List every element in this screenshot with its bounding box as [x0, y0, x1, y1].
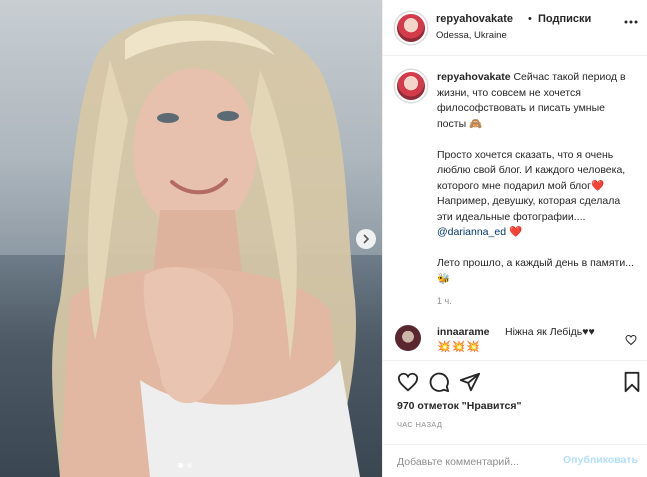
post-location[interactable]: Odessa, Ukraine: [436, 30, 507, 41]
caption-mention[interactable]: @darianna_ed: [437, 226, 506, 238]
author-avatar[interactable]: [395, 12, 427, 44]
more-icon[interactable]: [623, 14, 639, 30]
post-modal: repyahovakate • Подписки Odessa, Ukraine…: [0, 0, 647, 477]
heart-emoji: ❤️: [590, 179, 605, 192]
author-username[interactable]: repyahovakate: [436, 13, 513, 25]
comment-like-icon[interactable]: [625, 334, 637, 346]
header-separator: •: [528, 13, 532, 25]
add-comment-bar: Опубликовать: [383, 444, 647, 477]
comment-input[interactable]: [397, 453, 557, 471]
comment-item: innaarame Ніжна як Лебідь♥♥ 💥💥💥: [395, 325, 640, 357]
share-icon[interactable]: [459, 371, 481, 393]
photo-subject: [52, 14, 360, 477]
caption-avatar[interactable]: [395, 70, 427, 102]
carousel-indicator: [178, 463, 192, 468]
caption-line4: Лето прошло, а каждый день в памяти...🐝: [437, 257, 634, 285]
post-actions: 970 отметок "Нравится" ЧАС НАЗАД Опублик…: [383, 360, 647, 476]
caption-line3: Например, девушку, которая сделала эти и…: [437, 195, 624, 223]
post-header: repyahovakate • Подписки Odessa, Ukraine: [383, 0, 647, 56]
post-side-panel: repyahovakate • Подписки Odessa, Ukraine…: [382, 0, 647, 477]
carousel-dot: [187, 463, 192, 468]
publish-button[interactable]: Опубликовать: [563, 454, 638, 466]
caption-username[interactable]: repyahovakate: [437, 71, 511, 83]
commenter-username[interactable]: innaarame: [437, 326, 490, 338]
bookmark-icon[interactable]: [621, 371, 643, 393]
post-photo[interactable]: [0, 0, 382, 477]
carousel-next-button[interactable]: [356, 229, 376, 249]
heart-emoji-2: ❤️: [508, 226, 523, 238]
caption-time: 1 ч.: [437, 296, 452, 306]
comment-emoji: 💥💥💥: [437, 341, 482, 353]
caption-text: repyahovakate Сейчас такой период в жизн…: [437, 70, 635, 287]
heart-icon[interactable]: [397, 371, 419, 393]
post-time-ago: ЧАС НАЗАД: [397, 420, 443, 429]
commenter-avatar[interactable]: [395, 325, 421, 351]
comment-text: Ніжна як Лебідь♥♥: [505, 326, 595, 338]
likes-count[interactable]: 970 отметок "Нравится": [397, 400, 521, 412]
following-button[interactable]: Подписки: [538, 13, 591, 25]
carousel-dot-active: [178, 463, 183, 468]
chevron-right-icon: [363, 234, 370, 244]
comment-icon[interactable]: [428, 371, 450, 393]
